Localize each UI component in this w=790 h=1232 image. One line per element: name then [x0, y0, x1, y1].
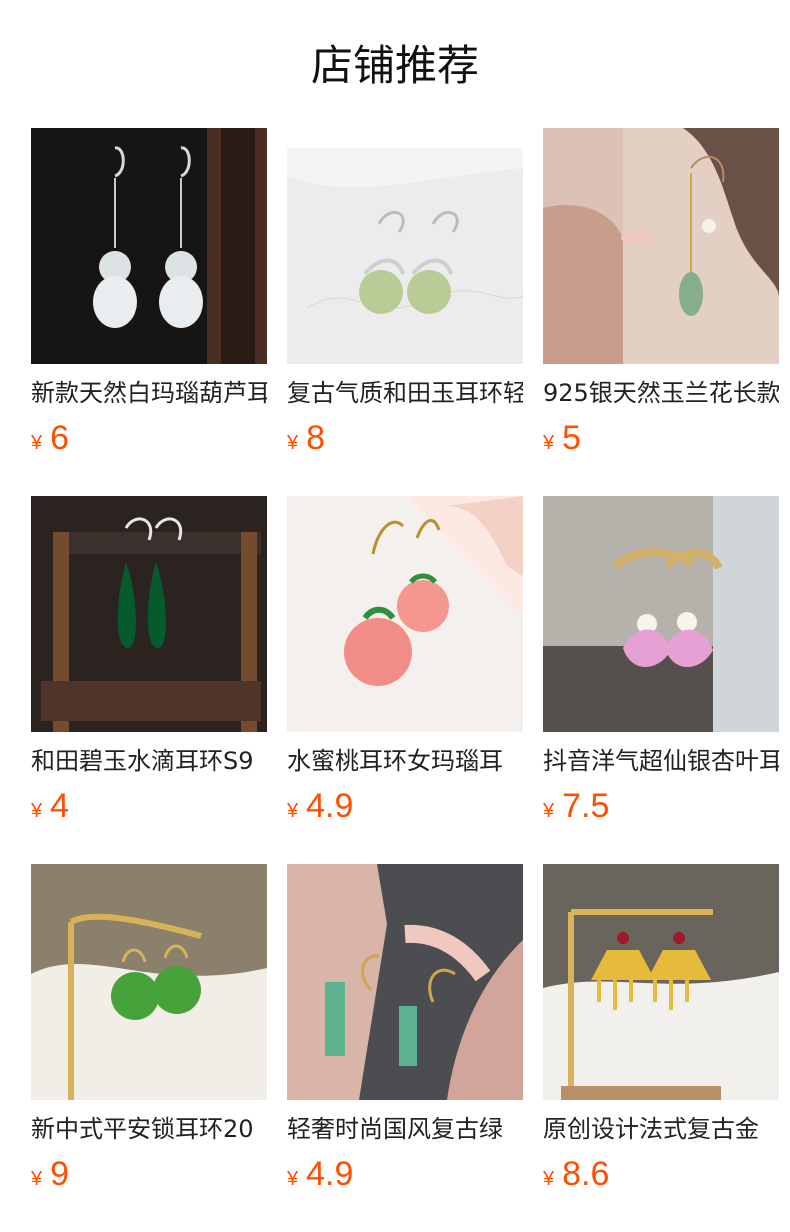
product-image[interactable]	[31, 864, 267, 1100]
product-name[interactable]: 新款天然白玛瑙葫芦耳	[31, 376, 267, 410]
product-image[interactable]	[287, 496, 523, 732]
product-price: ¥ 4.9	[287, 1152, 523, 1196]
earring-image	[31, 128, 267, 364]
product-price: ¥ 9	[31, 1152, 267, 1196]
price-amount: 4.9	[306, 1155, 354, 1193]
currency-symbol: ¥	[287, 432, 299, 454]
product-image[interactable]	[543, 128, 779, 364]
product-price: ¥ 4.9	[287, 784, 523, 828]
product-image[interactable]	[287, 128, 523, 364]
earring-image	[543, 496, 779, 732]
earring-image	[287, 496, 523, 732]
page-title: 店铺推荐	[310, 41, 479, 90]
price-amount: 8.6	[562, 1155, 610, 1193]
price-amount: 6	[50, 419, 70, 457]
earring-image	[543, 128, 779, 364]
product-name[interactable]: 原创设计法式复古金	[543, 1112, 779, 1146]
product-name[interactable]: 新中式平安锁耳环20	[31, 1112, 267, 1146]
product-price: ¥ 5	[543, 416, 779, 460]
product-card[interactable]: 和田碧玉水滴耳环S9 ¥ 4	[31, 496, 267, 864]
product-price: ¥ 4	[31, 784, 267, 828]
currency-symbol: ¥	[543, 1168, 555, 1190]
product-card[interactable]: 抖音洋气超仙银杏叶耳 ¥ 7.5	[543, 496, 779, 864]
product-image[interactable]	[31, 128, 267, 364]
currency-symbol: ¥	[31, 432, 43, 454]
price-amount: 9	[50, 1155, 70, 1193]
earring-image	[31, 496, 267, 732]
price-amount: 4	[50, 787, 70, 825]
price-amount: 4.9	[306, 787, 354, 825]
recommended-products-grid: 新款天然白玛瑙葫芦耳 ¥ 6 复古气质和田玉耳环轻 ¥ 8 925银天然玉兰花长…	[31, 128, 779, 1232]
product-card[interactable]: 新中式平安锁耳环20 ¥ 9	[31, 864, 267, 1232]
product-card[interactable]: 水蜜桃耳环女玛瑙耳 ¥ 4.9	[287, 496, 523, 864]
currency-symbol: ¥	[287, 800, 299, 822]
product-name[interactable]: 水蜜桃耳环女玛瑙耳	[287, 744, 523, 778]
product-card[interactable]: 新款天然白玛瑙葫芦耳 ¥ 6	[31, 128, 267, 496]
currency-symbol: ¥	[543, 800, 555, 822]
currency-symbol: ¥	[543, 432, 555, 454]
product-price: ¥ 8.6	[543, 1152, 779, 1196]
product-price: ¥ 8	[287, 416, 523, 460]
product-card[interactable]: 复古气质和田玉耳环轻 ¥ 8	[287, 128, 523, 496]
price-amount: 5	[562, 419, 582, 457]
product-name[interactable]: 925银天然玉兰花长款	[543, 376, 779, 410]
earring-image	[287, 128, 523, 364]
earring-image	[543, 864, 779, 1100]
price-amount: 8	[306, 419, 326, 457]
product-card[interactable]: 原创设计法式复古金 ¥ 8.6	[543, 864, 779, 1232]
price-amount: 7.5	[562, 787, 610, 825]
product-name[interactable]: 复古气质和田玉耳环轻	[287, 376, 523, 410]
currency-symbol: ¥	[31, 800, 43, 822]
earring-image	[31, 864, 267, 1100]
product-name[interactable]: 和田碧玉水滴耳环S9	[31, 744, 267, 778]
product-image[interactable]	[543, 496, 779, 732]
earring-image	[287, 864, 523, 1100]
product-image[interactable]	[31, 496, 267, 732]
product-price: ¥ 7.5	[543, 784, 779, 828]
product-card[interactable]: 轻奢时尚国风复古绿 ¥ 4.9	[287, 864, 523, 1232]
product-card[interactable]: 925银天然玉兰花长款 ¥ 5	[543, 128, 779, 496]
product-image[interactable]	[543, 864, 779, 1100]
product-name[interactable]: 轻奢时尚国风复古绿	[287, 1112, 523, 1146]
product-name[interactable]: 抖音洋气超仙银杏叶耳	[543, 744, 779, 778]
currency-symbol: ¥	[31, 1168, 43, 1190]
product-price: ¥ 6	[31, 416, 267, 460]
product-image[interactable]	[287, 864, 523, 1100]
currency-symbol: ¥	[287, 1168, 299, 1190]
